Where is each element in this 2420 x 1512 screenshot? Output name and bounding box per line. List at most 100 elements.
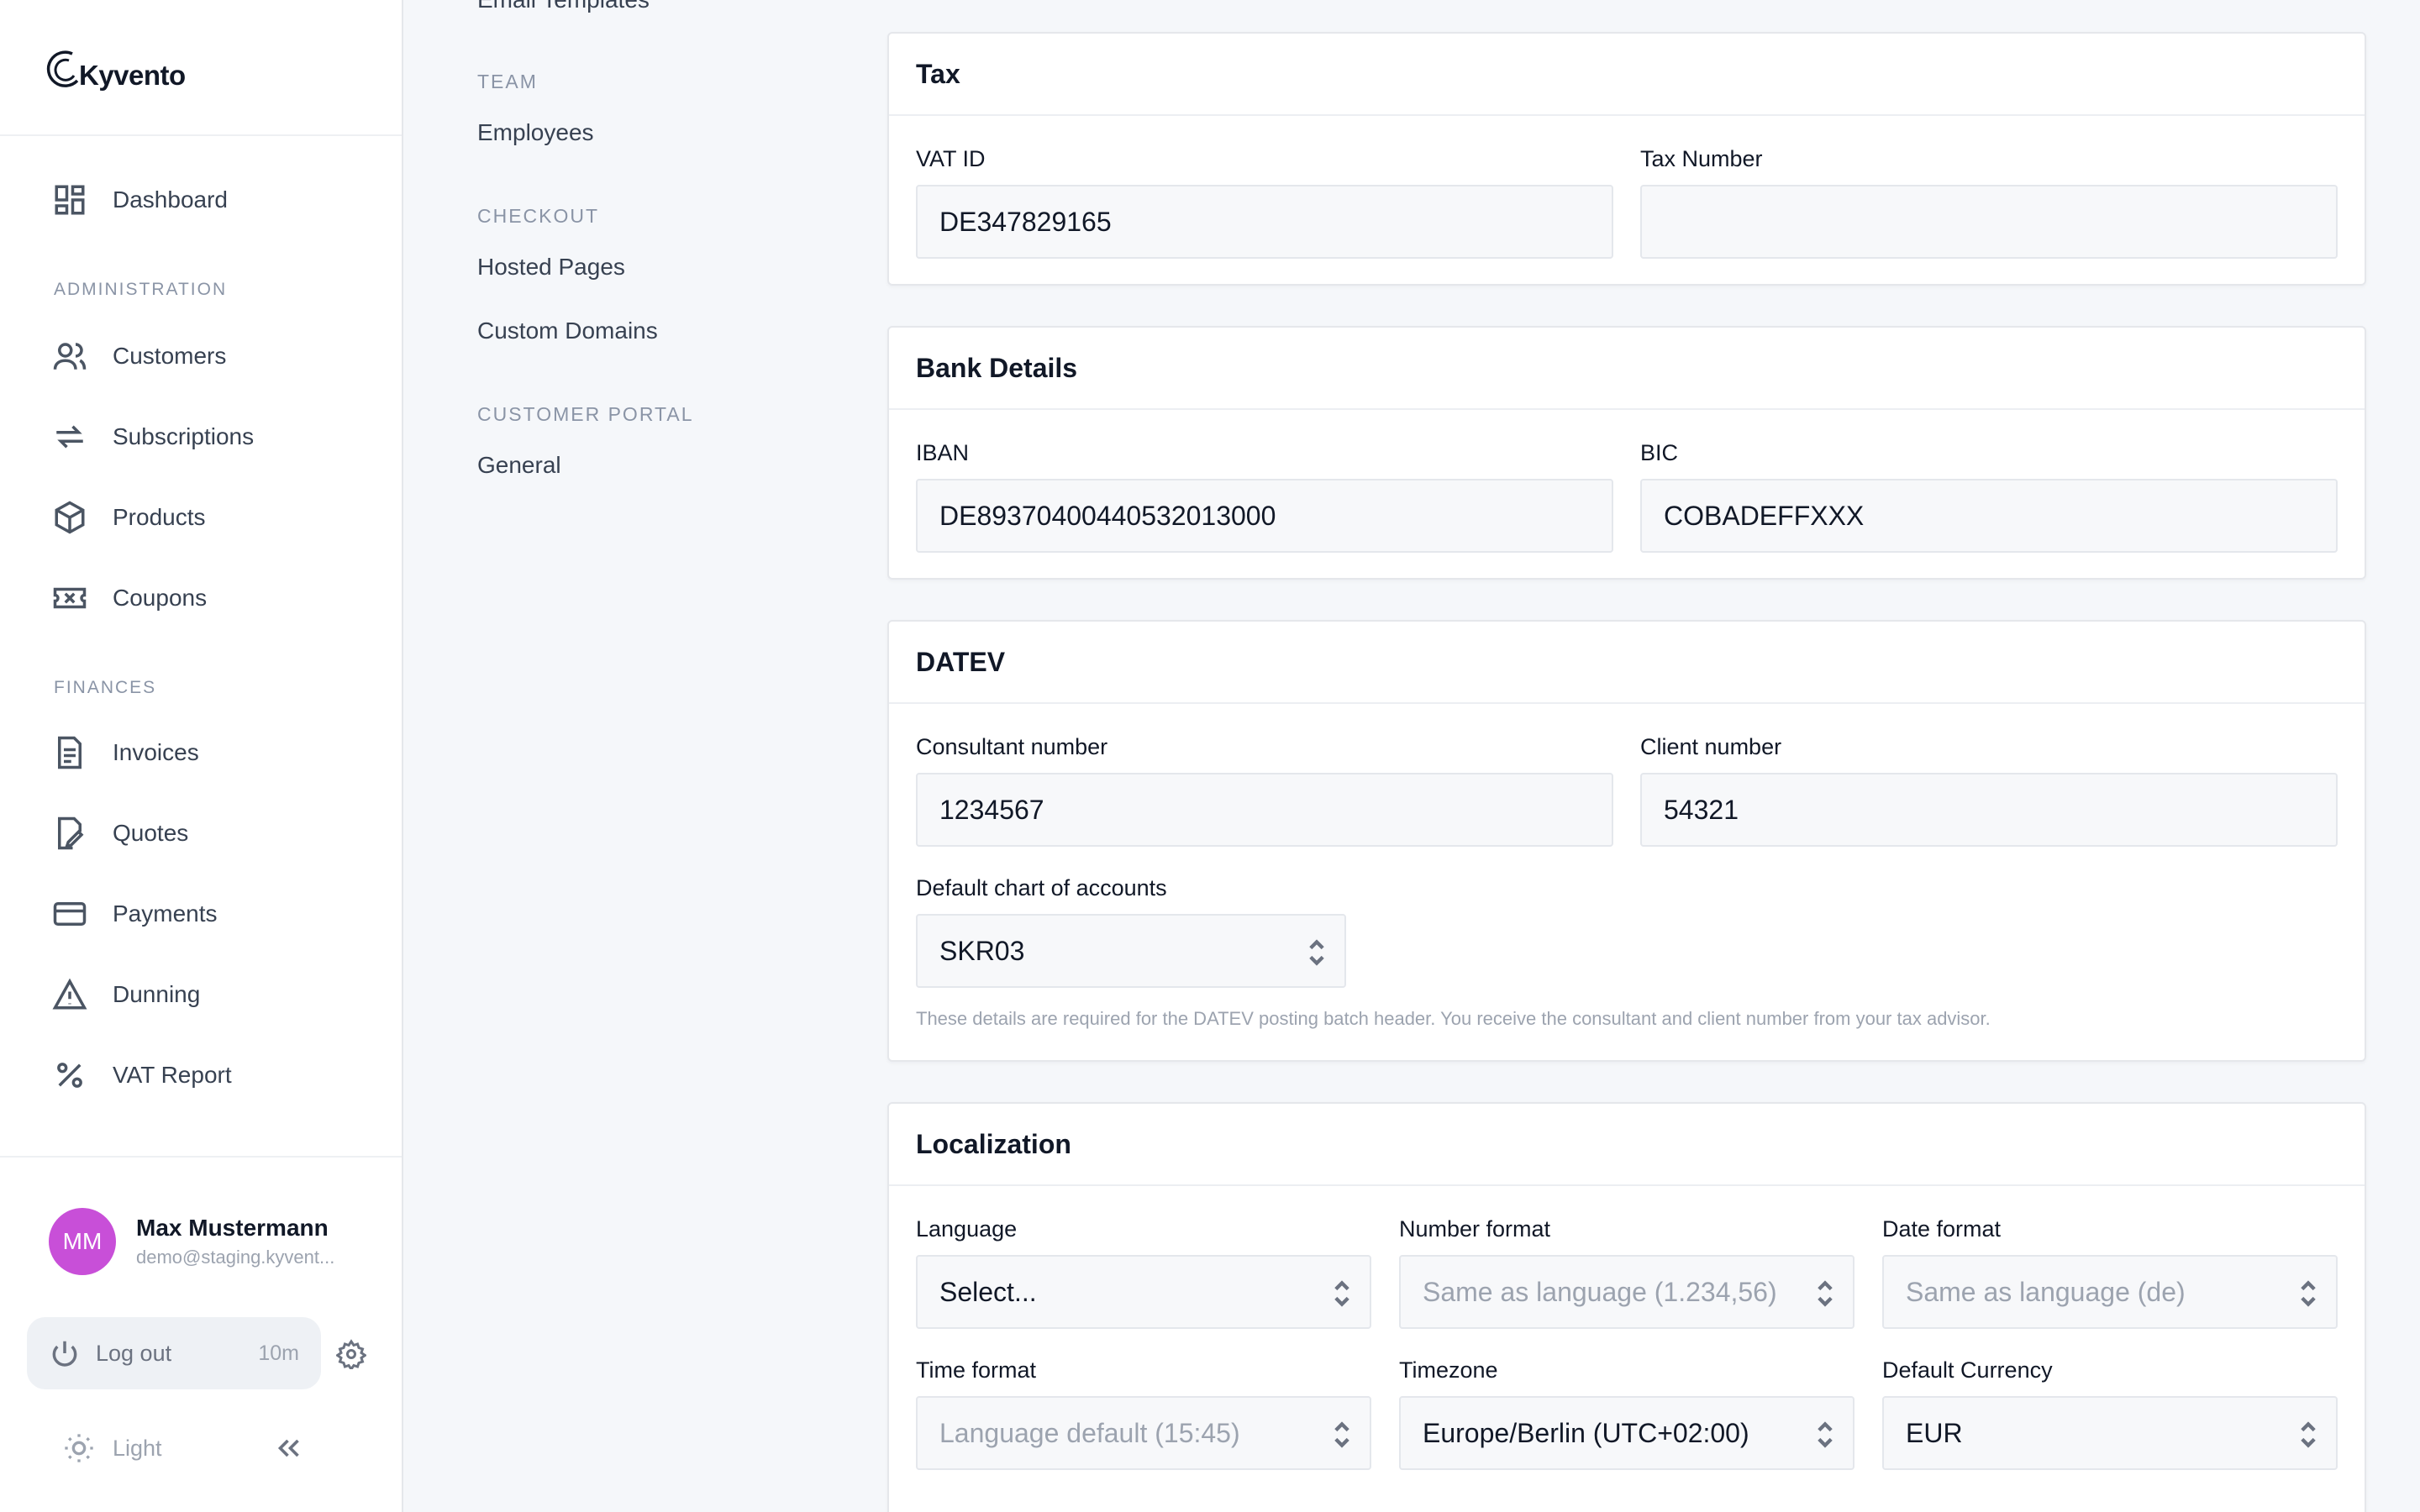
- consultant-number-label: Consultant number: [916, 734, 1108, 759]
- brand-name: Kyvento: [79, 60, 186, 91]
- vat-id-input[interactable]: DE347829165: [916, 185, 1613, 259]
- divider: [0, 134, 402, 136]
- sidebar-item-label: Products: [113, 504, 206, 530]
- timezone-select[interactable]: Europe/Berlin (UTC+02:00): [1399, 1396, 1854, 1470]
- default-currency-select[interactable]: EUR: [1882, 1396, 2338, 1470]
- subnav-item-custom-domains[interactable]: Custom Domains: [477, 318, 658, 344]
- brand-logo[interactable]: Kyvento: [44, 40, 186, 99]
- user-profile[interactable]: MM Max Mustermann demo@staging.kyvent...: [49, 1208, 334, 1275]
- dashboard-icon: [55, 185, 85, 215]
- chart-of-accounts-select[interactable]: SKR03: [916, 914, 1346, 988]
- client-number-input[interactable]: 54321: [1640, 773, 2338, 847]
- select-value: Europe/Berlin (UTC+02:00): [1423, 1417, 1749, 1448]
- sidebar-item-label: Coupons: [113, 585, 208, 611]
- document-icon: [58, 736, 82, 769]
- sidebar-item-subscriptions[interactable]: Subscriptions: [52, 412, 254, 462]
- theme-label: Light: [113, 1435, 162, 1461]
- client-number-label: Client number: [1640, 734, 1782, 759]
- iban-label: IBAN: [916, 440, 970, 465]
- sidebar: Kyvento Dashboard ADMINISTRATION Custome…: [0, 0, 403, 1512]
- repeat-icon: [56, 425, 83, 449]
- bic-input[interactable]: COBADEFFXXX: [1640, 479, 2338, 553]
- tax-number-label: Tax Number: [1640, 146, 1763, 171]
- chevron-up-down-icon: [1816, 1420, 1834, 1450]
- sun-icon: [65, 1434, 93, 1462]
- sidebar-item-label: Dunning: [113, 981, 201, 1007]
- datev-title: DATEV: [889, 622, 2365, 704]
- sidebar-item-dashboard[interactable]: Dashboard: [52, 175, 228, 225]
- theme-toggle[interactable]: Light: [62, 1431, 162, 1465]
- power-icon: [52, 1341, 77, 1367]
- default-currency-label: Default Currency: [1882, 1357, 2053, 1383]
- date-format-select[interactable]: Same as language (de): [1882, 1255, 2338, 1329]
- date-format-label: Date format: [1882, 1216, 2002, 1242]
- bank-details-card: Bank Details IBAN DE89370400440532013000…: [887, 326, 2366, 580]
- localization-title: Localization: [889, 1104, 2365, 1186]
- sidebar-item-coupons[interactable]: Coupons: [52, 573, 207, 623]
- vat-id-label: VAT ID: [916, 146, 986, 171]
- sidebar-item-invoices[interactable]: Invoices: [52, 727, 199, 778]
- select-value: SKR03: [939, 935, 1025, 966]
- datev-card: DATEV Consultant number 1234567 Client n…: [887, 620, 2366, 1062]
- collapse-sidebar-button[interactable]: [274, 1433, 304, 1463]
- chevron-up-down-icon: [2299, 1420, 2317, 1450]
- section-administration: ADMINISTRATION: [54, 280, 228, 299]
- select-value: Select...: [939, 1276, 1037, 1307]
- chevrons-left-icon: [277, 1439, 299, 1457]
- file-edit-icon: [58, 816, 84, 850]
- logout-label: Log out: [96, 1340, 172, 1366]
- chevron-up-down-icon: [1307, 937, 1326, 968]
- ticket-icon: [53, 587, 87, 609]
- subnav-section-team: TEAM: [477, 71, 538, 92]
- sidebar-item-dunning[interactable]: Dunning: [52, 969, 200, 1020]
- subnav-item-hosted-pages[interactable]: Hosted Pages: [477, 254, 625, 281]
- subnav-item-email-templates[interactable]: Email Templates: [477, 0, 650, 13]
- chevron-up-down-icon: [1816, 1278, 1834, 1309]
- divider: [0, 1156, 402, 1158]
- avatar: MM: [49, 1208, 116, 1275]
- sidebar-item-vat-report[interactable]: VAT Report: [52, 1050, 232, 1100]
- subnav-section-customer-portal: CUSTOMER PORTAL: [477, 403, 694, 425]
- sidebar-item-label: Customers: [113, 343, 227, 369]
- user-email: demo@staging.kyvent...: [136, 1247, 335, 1268]
- sidebar-item-label: Dashboard: [113, 186, 228, 213]
- bank-details-title: Bank Details: [889, 328, 2365, 410]
- timezone-label: Timezone: [1399, 1357, 1498, 1383]
- chevron-up-down-icon: [2299, 1278, 2317, 1309]
- language-label: Language: [916, 1216, 1018, 1242]
- settings-gear-button[interactable]: [334, 1339, 368, 1372]
- language-select[interactable]: Select...: [916, 1255, 1371, 1329]
- session-timer: 10m: [258, 1341, 299, 1365]
- number-format-label: Number format: [1399, 1216, 1551, 1242]
- chevron-up-down-icon: [1333, 1420, 1351, 1450]
- time-format-label: Time format: [916, 1357, 1037, 1383]
- percent-icon: [57, 1063, 82, 1088]
- logo-icon: [44, 47, 89, 92]
- time-format-select[interactable]: Language default (15:45): [916, 1396, 1371, 1470]
- tax-card-title: Tax: [889, 34, 2365, 116]
- package-icon: [55, 501, 85, 534]
- sidebar-item-payments[interactable]: Payments: [52, 889, 218, 939]
- datev-hint-text: These details are required for the DATEV…: [916, 1008, 1991, 1029]
- sidebar-item-label: Invoices: [113, 739, 199, 765]
- sidebar-item-label: Subscriptions: [113, 423, 255, 449]
- logout-button[interactable]: Log out 10m: [27, 1317, 321, 1389]
- iban-input[interactable]: DE89370400440532013000: [916, 479, 1613, 553]
- chevron-up-down-icon: [1333, 1278, 1351, 1309]
- select-value: Same as language (de): [1906, 1276, 2186, 1307]
- subnav-item-general[interactable]: General: [477, 452, 561, 479]
- sidebar-item-quotes[interactable]: Quotes: [52, 808, 188, 858]
- number-format-select[interactable]: Same as language (1.234,56): [1399, 1255, 1854, 1329]
- subnav-item-employees[interactable]: Employees: [477, 119, 594, 146]
- users-icon: [53, 343, 87, 370]
- sidebar-item-products[interactable]: Products: [52, 492, 206, 543]
- consultant-number-input[interactable]: 1234567: [916, 773, 1613, 847]
- bic-label: BIC: [1640, 440, 1679, 465]
- sidebar-item-label: Quotes: [113, 820, 189, 846]
- warning-icon: [52, 978, 87, 1010]
- tax-number-input[interactable]: [1640, 185, 2338, 259]
- localization-card: Localization Language Select... Number f…: [887, 1102, 2366, 1512]
- select-value: EUR: [1906, 1417, 1963, 1448]
- sidebar-item-customers[interactable]: Customers: [52, 331, 226, 381]
- chart-of-accounts-label: Default chart of accounts: [916, 875, 1167, 900]
